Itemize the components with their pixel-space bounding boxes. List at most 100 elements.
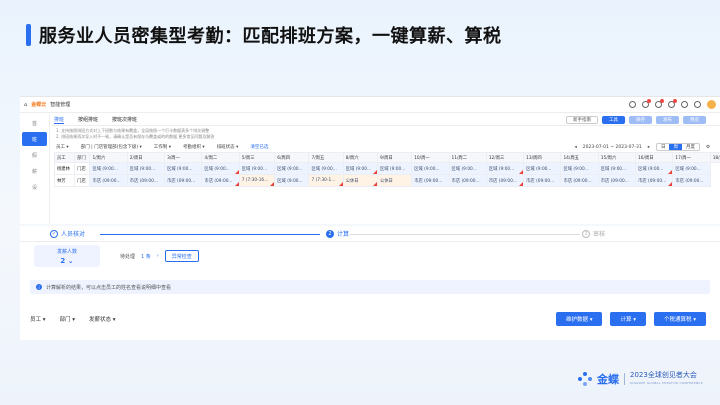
tip-text: 计算解析的结果，可以点击员工的姓名查看说明细中查看 [46, 284, 172, 291]
tools-button[interactable]: 工具 [602, 115, 625, 124]
filter-employee[interactable]: 员工 ▾ [30, 315, 46, 323]
filter-department[interactable]: 部门 ▾ [60, 315, 76, 323]
step-verify[interactable]: ✓ 人员核对 [50, 229, 85, 238]
payee-count-card[interactable]: 发薪人数 2 ⌄ [34, 245, 100, 267]
filter-bar: 员工 ▾ 部门 | 门店管理部(包含下级) ▾ 工作制 ▾ 考勤组织 ▾ 排班状… [52, 142, 720, 152]
column-header: 1/周六 [89, 152, 128, 163]
shift-cell[interactable]: 区域 (9:00... [635, 162, 674, 175]
filter-status[interactable]: 排班状态 ▾ [217, 144, 239, 150]
nav-item-schedule[interactable]: 班 [22, 132, 47, 146]
search-icon[interactable] [629, 101, 636, 108]
step-calculate[interactable]: 2 计算 [326, 229, 349, 238]
column-header: 6/周四 [274, 152, 310, 163]
shift-cell[interactable]: 区域 (9:00... [597, 162, 637, 175]
view-day[interactable]: 日 [657, 144, 670, 150]
shift-cell[interactable]: 7 (7:30-16... [238, 174, 276, 187]
settings-icon[interactable]: ⚙ [706, 145, 710, 150]
calculate-button[interactable]: 计算 ▾ [610, 312, 646, 326]
shift-cell[interactable]: 市店 (09:00... [411, 174, 450, 187]
tax-calc-button[interactable]: 个税通算税 ▾ [653, 312, 706, 326]
column-header: 4/周二 [201, 152, 240, 163]
shift-cell[interactable]: 市店 (09:00... [126, 174, 166, 187]
app-logo: 金蝶云 [31, 102, 47, 108]
shift-cell[interactable]: 区域 (9:00... [308, 162, 344, 175]
shift-cell[interactable]: 区域 (9:00... [238, 162, 276, 175]
employee-name[interactable]: 杨建林 [53, 162, 76, 175]
shift-cell[interactable]: 区域 (9:00... [485, 162, 525, 175]
shift-cell[interactable]: 区域 (9:00... [523, 162, 562, 175]
shift-cell[interactable]: 市店 (09:00... [485, 174, 525, 187]
title-accent-bar [26, 24, 31, 46]
publish-button[interactable]: 发布 [656, 115, 679, 124]
shift-cell[interactable]: 市店 (09:00... [597, 174, 637, 187]
nav-item-leave[interactable]: 假 [22, 148, 47, 162]
shift-cell[interactable]: 公休日 [376, 174, 413, 187]
avatar[interactable] [707, 100, 716, 109]
module-selector[interactable]: 智能管理 [50, 101, 70, 108]
column-header: 7/周五 [308, 152, 344, 163]
shift-cell[interactable]: 区域 (9:00... [201, 162, 240, 175]
shift-cell[interactable]: 市店 (09:00... [672, 174, 711, 187]
shift-cell[interactable]: 市店 (09:00... [201, 174, 240, 187]
pending-count[interactable]: 1 条 [141, 253, 151, 260]
shift-cell[interactable]: 区域 (9:00... [672, 162, 711, 175]
filter-pay-status[interactable]: 发薪状态 ▾ [89, 315, 116, 323]
shift-cell[interactable]: 市店 (09:00... [523, 174, 562, 187]
slide-title: 服务业人员密集型考勤：匹配排班方案，一键算薪、算税 [26, 22, 502, 48]
exception-check-button[interactable]: 异常检查 [164, 250, 199, 262]
next-icon[interactable]: ▸ [648, 145, 650, 150]
department-cell: 门店 [74, 174, 91, 187]
save-button[interactable]: 保存 [629, 115, 652, 124]
nav-item-salary[interactable]: 薪 [22, 164, 47, 178]
nav-item-home[interactable]: 首 [22, 116, 47, 130]
shift-cell[interactable]: 区域 (9:00... [274, 174, 310, 187]
column-header: 12/周三 [485, 152, 525, 163]
step-review[interactable]: 3 审核 [582, 229, 605, 238]
help-icon[interactable] [694, 101, 701, 108]
shift-cell[interactable]: 区域 (9:00... [448, 162, 487, 175]
view-week[interactable]: 周 [669, 144, 682, 150]
shift-cell[interactable]: 区域 (9:00... [89, 162, 128, 175]
filter-employee[interactable]: 员工 ▾ [56, 144, 69, 150]
chevron-right-icon[interactable]: › [157, 253, 159, 259]
shift-cell[interactable]: 区域 (9:00... [411, 162, 450, 175]
tab-schedule[interactable]: 排班 [54, 116, 65, 124]
shift-cell[interactable]: 区域 (9:00... [376, 162, 413, 175]
shift-cell[interactable]: 区域 (9:00... [164, 162, 203, 175]
tab-shift-schedule[interactable]: 按班次排班 [112, 116, 137, 123]
shift-cell[interactable]: 7 (7:30-1... [308, 174, 344, 187]
employee-name[interactable]: 林芳 [53, 174, 76, 187]
shift-cell[interactable]: 市店 (09:00... [560, 174, 599, 187]
step-connector [350, 234, 580, 235]
preview-button[interactable]: 预览 [683, 115, 706, 124]
conference-name: 2023全球创见者大会 KINGDEE GLOBAL CREATOR CONFE… [630, 371, 703, 387]
payroll-actions: 维护数据 ▾ 计算 ▾ 个税通算税 ▾ [555, 312, 720, 326]
filter-org[interactable]: 考勤组织 ▾ [183, 144, 205, 150]
shift-cell[interactable]: 区域 (9:00... [274, 162, 310, 175]
filter-department[interactable]: 部门 | 门店管理部(包含下级) ▾ [81, 144, 142, 150]
shift-cell[interactable]: 市店 (09:00... [89, 174, 128, 187]
date-range[interactable]: 2023-07-01 ~ 2023-07-31 [583, 145, 642, 150]
new-guide-button[interactable]: 新手指南 [566, 115, 598, 124]
shift-cell[interactable]: 区域 (9:00... [342, 162, 378, 175]
shift-cell[interactable]: 区域 (9:00... [560, 162, 599, 175]
filter-work-system[interactable]: 工作制 ▾ [154, 144, 171, 150]
shift-cell[interactable]: 市店 (09:00... [635, 174, 674, 187]
view-month[interactable]: 月度 [682, 144, 699, 150]
shift-cell[interactable]: 区域 (9:00... [126, 162, 166, 175]
task-icon[interactable] [668, 99, 677, 108]
home-icon[interactable]: ⌂ [24, 102, 27, 108]
prev-icon[interactable]: ◂ [574, 145, 576, 150]
schedule-table: 员工 部门 1/周六 2/周日 3/周一 4/周二 5/周三 6/周四 7/周五 8/周六 9/周日… [53, 152, 720, 187]
nav-item-settings[interactable]: 设 [22, 180, 47, 194]
notification-icon[interactable] [642, 99, 651, 108]
maintain-data-button[interactable]: 维护数据 ▾ [555, 312, 603, 326]
tab-group-schedule[interactable]: 按组排班 [78, 116, 98, 123]
grid-icon[interactable] [681, 101, 688, 108]
column-header: 5/周三 [238, 152, 276, 163]
message-icon[interactable] [655, 99, 664, 108]
clear-filters-link[interactable]: 清空已选 [250, 144, 268, 150]
shift-cell[interactable]: 公休日 [342, 174, 378, 187]
shift-cell[interactable]: 市店 (09:00... [164, 174, 203, 187]
shift-cell[interactable]: 市店 (09:00... [448, 174, 487, 187]
